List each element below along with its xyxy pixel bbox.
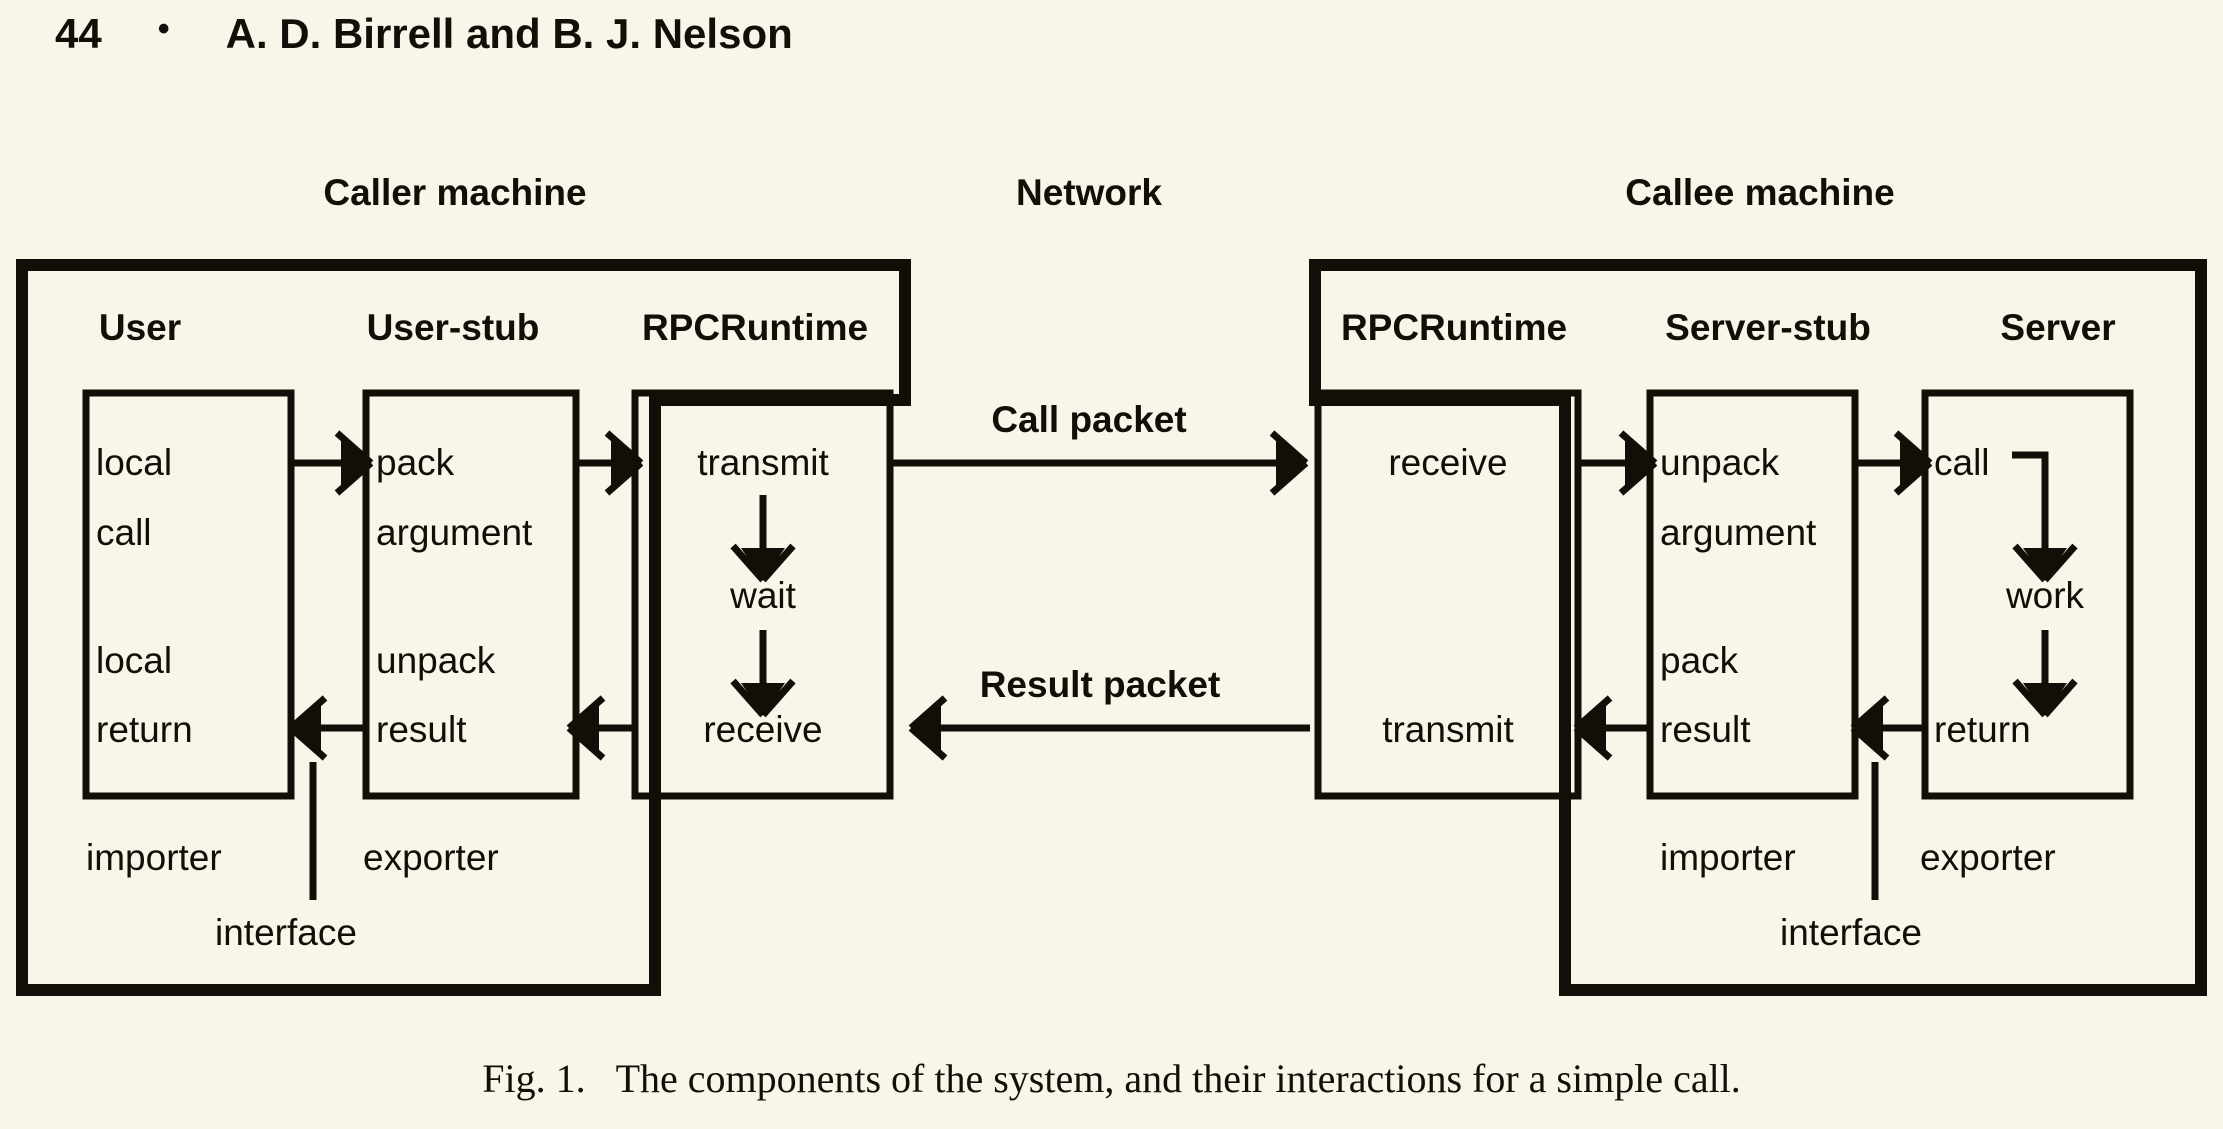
caller-column-title-user-stub: User-stub — [367, 307, 540, 348]
caller-machine-outline — [16, 259, 911, 996]
callee-work-to-return-arrow — [2015, 630, 2075, 715]
result-packet-label: Result packet — [980, 664, 1221, 705]
callee-server-stub-cell-0: unpack — [1660, 442, 1780, 483]
callee-server-stub-cell-3: result — [1660, 709, 1751, 750]
caller-column-title-user: User — [99, 307, 181, 348]
caller-user-cell-2: local — [96, 640, 172, 681]
callee-arrow-runtime-to-serverstub — [1580, 433, 1655, 493]
callee-arrow-server-to-serverstub — [1853, 698, 1922, 758]
figure-caption-text: The components of the system, and their … — [615, 1056, 1741, 1101]
callee-server-cell-0: call — [1934, 442, 1990, 483]
callee-rpcruntime-cell-0: receive — [1388, 442, 1507, 483]
callee-server-cell-1: work — [2005, 575, 2085, 616]
caller-rpcruntime-cell-0: transmit — [697, 442, 829, 483]
caller-rpcruntime-cell-1: wait — [729, 575, 797, 616]
figure-caption-label: Fig. 1. — [482, 1056, 586, 1101]
result-packet-arrow — [911, 698, 1310, 758]
caller-user-cell-1: call — [96, 512, 152, 553]
callee-server-cell-2: return — [1934, 709, 2031, 750]
caller-user-stub-cell-0: pack — [376, 442, 455, 483]
callee-server-stub-cell-1: argument — [1660, 512, 1817, 553]
callee-column-title-server-stub: Server-stub — [1665, 307, 1871, 348]
callee-rpcruntime-cell-1: transmit — [1382, 709, 1514, 750]
rpc-diagram: Caller machine Network Callee machine Us… — [16, 172, 2207, 996]
callee-role-importer: importer — [1660, 837, 1796, 878]
callee-interface-label: interface — [1780, 912, 1922, 953]
callee-role-exporter: exporter — [1920, 837, 2056, 878]
figure-page: 44 • A. D. Birrell and B. J. Nelson Call… — [0, 0, 2223, 1129]
caller-arrow-user-to-userstub — [293, 433, 371, 493]
caller-interface-label: interface — [215, 912, 357, 953]
caller-transmit-to-wait-arrow — [733, 495, 793, 580]
caller-role-exporter: exporter — [363, 837, 499, 878]
caller-machine-label: Caller machine — [323, 172, 586, 213]
caller-user-stub-cell-1: argument — [376, 512, 533, 553]
caller-wait-to-receive-arrow — [733, 630, 793, 715]
call-packet-label: Call packet — [991, 399, 1186, 440]
caller-user-cell-0: local — [96, 442, 172, 483]
callee-call-to-work-arrow — [2012, 451, 2075, 580]
callee-column-title-rpcruntime: RPCRuntime — [1341, 307, 1567, 348]
caller-arrow-userstub-to-user — [291, 698, 364, 758]
caller-user-stub-cell-2: unpack — [376, 640, 496, 681]
caller-user-cell-3: return — [96, 709, 193, 750]
figure-caption: Fig. 1. The components of the system, and… — [0, 1055, 2223, 1102]
callee-machine-label: Callee machine — [1625, 172, 1894, 213]
callee-server-stub-cell-2: pack — [1660, 640, 1739, 681]
network-label: Network — [1016, 172, 1162, 213]
callee-column-title-server: Server — [2000, 307, 2115, 348]
caller-column-title-rpcruntime: RPCRuntime — [642, 307, 868, 348]
caller-user-stub-cell-3: result — [376, 709, 467, 750]
callee-arrow-serverstub-to-server — [1857, 433, 1930, 493]
caller-rpcruntime-cell-2: receive — [703, 709, 822, 750]
caller-role-importer: importer — [86, 837, 222, 878]
callee-machine-outline — [1309, 259, 2207, 996]
callee-arrow-serverstub-to-runtime — [1576, 698, 1648, 758]
call-packet-arrow — [893, 433, 1306, 493]
